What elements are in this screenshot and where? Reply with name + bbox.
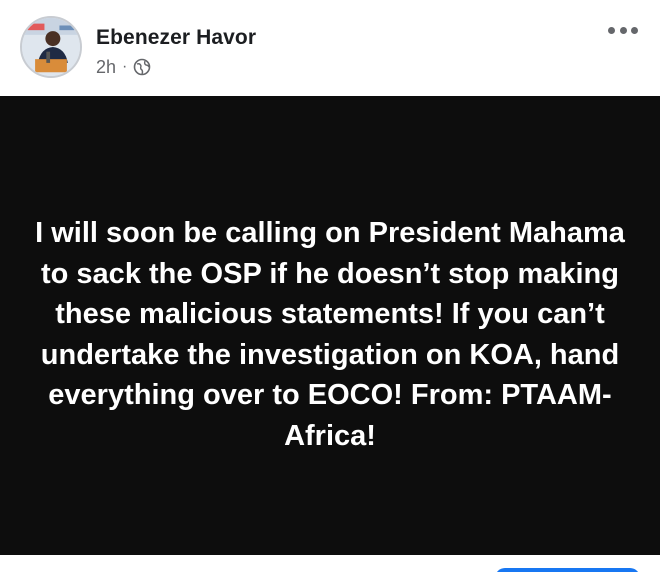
globe-icon xyxy=(133,58,151,76)
post-meta: 2h · xyxy=(96,56,151,78)
avatar-photo xyxy=(22,18,80,76)
post-text: I will soon be calling on President Maha… xyxy=(35,217,625,452)
avatar[interactable] xyxy=(20,16,82,78)
meta-separator: · xyxy=(122,58,128,75)
more-dot-icon xyxy=(631,26,638,34)
post-timestamp[interactable]: 2h xyxy=(96,57,116,78)
post-header: Ebenezer Havor 2h · xyxy=(0,0,660,96)
text-post-card[interactable]: I will soon be calling on President Maha… xyxy=(0,96,660,555)
action-button[interactable] xyxy=(495,568,640,572)
more-dot-icon xyxy=(608,26,615,34)
more-dot-icon xyxy=(619,26,627,34)
more-options-button[interactable] xyxy=(608,20,638,40)
author-name[interactable]: Ebenezer Havor xyxy=(96,26,256,50)
